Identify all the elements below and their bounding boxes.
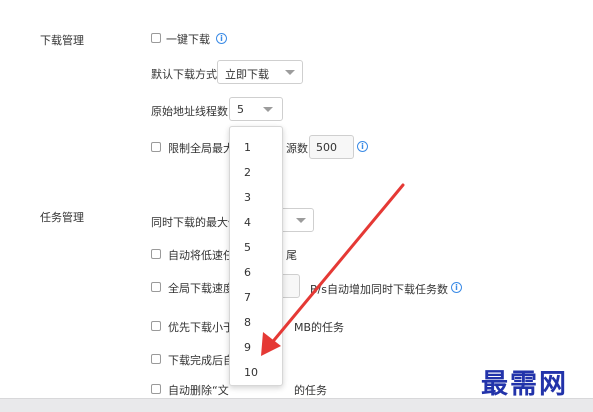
one-click-download-label: 一键下载 [166,33,210,46]
chevron-down-icon [296,218,306,223]
auto-lower-label: 自动将低速任 [168,249,234,262]
threads-dropdown-list: 1 2 3 4 5 6 7 8 9 10 [229,126,283,386]
after-complete-label: 下载完成后自 [168,354,234,367]
one-click-download-checkbox[interactable] [151,33,161,43]
dropdown-option[interactable]: 9 [244,341,251,354]
threads-label: 原始地址线程数 [151,105,228,118]
chevron-down-icon [263,107,273,112]
auto-lower-checkbox[interactable] [151,249,161,259]
limit-global-label: 限制全局最大 [168,142,234,155]
auto-lower-suffix: 尾 [286,249,297,262]
dropdown-option[interactable]: 7 [244,291,251,304]
auto-delete-label: 自动删除“文 [168,384,229,397]
section-title-tasks: 任务管理 [40,211,84,224]
dropdown-option[interactable]: 4 [244,216,251,229]
default-mode-label: 默认下载方式 [151,68,217,81]
dropdown-option[interactable]: 5 [244,241,251,254]
threads-value: 5 [237,103,244,116]
limit-global-checkbox[interactable] [151,142,161,152]
max-concurrent-label: 同时下载的最大任 [151,216,239,229]
info-icon[interactable]: i [357,141,368,152]
dropdown-option[interactable]: 10 [244,366,258,379]
watermark-logo: 最需网 [481,369,568,400]
threads-select[interactable]: 5 [229,97,283,121]
dropdown-option[interactable]: 3 [244,191,251,204]
prefer-small-checkbox[interactable] [151,321,161,331]
limit-global-suffix: 源数 [286,142,308,155]
chevron-down-icon [285,70,295,75]
dropdown-option[interactable]: 1 [244,141,251,154]
dropdown-option[interactable]: 2 [244,166,251,179]
after-complete-checkbox[interactable] [151,354,161,364]
default-mode-value: 立即下载 [225,68,269,81]
prefer-small-suffix: MB的任务 [294,321,345,334]
info-icon[interactable]: i [216,33,227,44]
global-speed-label: 全局下载速度 [168,282,234,295]
info-icon[interactable]: i [451,282,462,293]
default-mode-select[interactable]: 立即下载 [217,60,303,84]
global-speed-suffix: B/s自动增加同时下载任务数 [310,283,448,296]
global-speed-checkbox[interactable] [151,282,161,292]
dropdown-option[interactable]: 8 [244,316,251,329]
prefer-small-label: 优先下载小于 [168,321,234,334]
limit-global-value: 500 [316,141,337,154]
limit-global-input[interactable]: 500 [309,135,354,159]
dropdown-option[interactable]: 6 [244,266,251,279]
auto-delete-suffix: 的任务 [294,384,327,397]
section-title-download: 下载管理 [40,34,84,47]
auto-delete-checkbox[interactable] [151,384,161,394]
